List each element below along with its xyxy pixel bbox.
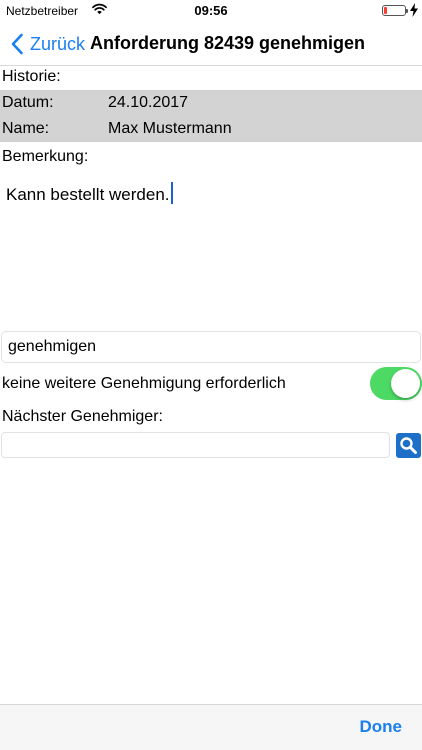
history-heading: Historie: <box>0 64 422 90</box>
next-approver-heading: Nächster Genehmiger: <box>0 404 422 430</box>
decision-select[interactable]: genehmigen <box>1 331 421 363</box>
no-further-approval-label: keine weitere Genehmigung erforderlich <box>2 375 286 392</box>
date-value: 24.10.2017 <box>108 94 189 111</box>
next-approver-input[interactable] <box>1 432 390 458</box>
history-name-row: Name: Max Mustermann <box>0 116 422 142</box>
done-button[interactable]: Done <box>360 717 403 737</box>
remark-text: Kann bestellt werden. <box>6 185 170 204</box>
charging-icon <box>410 3 418 17</box>
remark-textarea[interactable]: Kann bestellt werden. <box>0 172 422 322</box>
back-label: Zurück <box>30 33 86 54</box>
history-label: Historie: <box>2 68 61 85</box>
text-caret <box>170 182 173 204</box>
name-value: Max Mustermann <box>108 120 232 137</box>
no-further-approval-toggle[interactable] <box>370 367 422 400</box>
clock: 09:56 <box>194 3 228 18</box>
page-title: Anforderung 82439 genehmigen <box>90 33 366 53</box>
remark-label: Bemerkung: <box>2 148 89 165</box>
battery-icon <box>382 5 408 16</box>
navigation-bar: Zurück Anforderung 82439 genehmigen <box>0 22 422 66</box>
name-label: Name: <box>2 120 50 137</box>
magnifier-icon <box>400 437 417 454</box>
status-bar: Netzbetreiber 09:56 <box>0 0 422 22</box>
battery-level <box>384 7 387 14</box>
search-approver-button[interactable] <box>396 433 421 458</box>
history-date-row: Datum: 24.10.2017 <box>0 90 422 116</box>
toggle-knob <box>391 369 420 398</box>
remark-heading: Bemerkung: <box>0 144 422 170</box>
keyboard-toolbar: Done <box>0 704 422 750</box>
next-approver-label: Nächster Genehmiger: <box>2 408 163 425</box>
back-button[interactable]: Zurück <box>10 31 85 57</box>
decision-selected-value: genehmigen <box>8 338 97 355</box>
date-label: Datum: <box>2 94 54 111</box>
chevron-left-icon <box>11 33 23 55</box>
no-further-approval-row: keine weitere Genehmigung erforderlich <box>0 371 422 397</box>
